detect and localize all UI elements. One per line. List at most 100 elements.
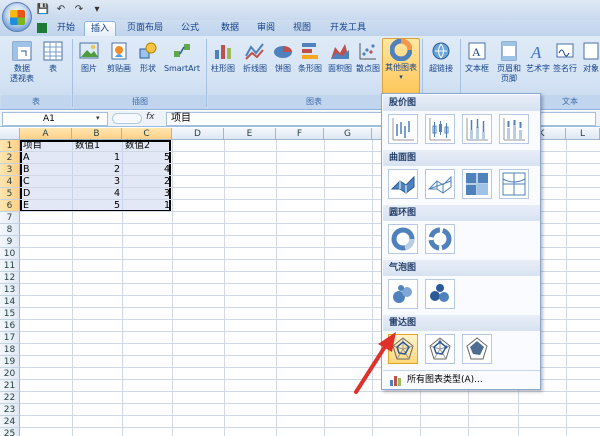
area-chart-label: 面积图	[328, 64, 352, 73]
bubble-chart[interactable]	[388, 279, 418, 309]
row-header[interactable]: 3	[0, 164, 20, 176]
area-chart-button[interactable]: 面积图	[326, 40, 354, 74]
office-logo-icon	[10, 10, 25, 25]
pie-chart-button[interactable]: 饼图	[272, 40, 294, 74]
column-header[interactable]: B	[72, 128, 122, 140]
surface-chart-3d[interactable]	[388, 169, 418, 199]
pivot-label-1: 数据	[14, 64, 30, 73]
row-header[interactable]: 17	[0, 332, 20, 344]
tab-home[interactable]: 开始	[52, 21, 80, 36]
wordart-button[interactable]: A 艺术字	[524, 40, 552, 74]
column-header[interactable]: F	[276, 128, 324, 140]
smartart-button[interactable]: SmartArt	[162, 40, 202, 74]
table-button[interactable]: 表	[42, 40, 64, 74]
line-chart-button[interactable]: 折线图	[240, 40, 270, 74]
shape-button[interactable]: 形状	[136, 40, 160, 74]
bar-chart-label: 条形图	[298, 64, 322, 73]
column-header[interactable]: A	[20, 128, 72, 140]
column-chart-button[interactable]: 柱形图	[208, 40, 238, 74]
undo-icon[interactable]: ↶	[54, 3, 68, 17]
row-header[interactable]: 21	[0, 380, 20, 392]
row-header[interactable]: 18	[0, 344, 20, 356]
row-header[interactable]: 25	[0, 428, 20, 436]
pie-chart-label: 饼图	[275, 64, 291, 73]
row-header[interactable]: 19	[0, 356, 20, 368]
bubble-chart-3d[interactable]	[425, 279, 455, 309]
hyperlink-button[interactable]: 超链接	[426, 40, 456, 74]
row-header[interactable]: 4	[0, 176, 20, 188]
row-header[interactable]: 16	[0, 320, 20, 332]
radar-chart[interactable]	[388, 334, 418, 364]
row-header[interactable]: 14	[0, 296, 20, 308]
doughnut-chart[interactable]	[388, 224, 418, 254]
row-header[interactable]: 9	[0, 236, 20, 248]
insert-function-icon[interactable]: fx	[146, 112, 155, 122]
picture-label: 图片	[81, 64, 97, 73]
all-chart-types-link[interactable]: 所有图表类型(A)...	[383, 370, 540, 389]
column-header[interactable]: G	[324, 128, 372, 140]
tab-insert[interactable]: 插入	[84, 21, 116, 36]
excel-tab-icon[interactable]	[34, 21, 50, 36]
save-icon[interactable]: 💾	[36, 3, 50, 17]
select-all-corner[interactable]	[0, 128, 20, 140]
row-header[interactable]: 13	[0, 284, 20, 296]
row-header[interactable]: 7	[0, 212, 20, 224]
header-footer-icon	[498, 40, 520, 62]
stock-chart-open-high-low-close[interactable]	[425, 114, 455, 144]
row-header[interactable]: 24	[0, 416, 20, 428]
tab-review[interactable]: 审阅	[252, 21, 280, 36]
tab-formulas[interactable]: 公式	[176, 21, 204, 36]
signature-line-button[interactable]: 签名行	[552, 40, 578, 74]
column-header[interactable]: D	[172, 128, 224, 140]
row-header[interactable]: 11	[0, 260, 20, 272]
tab-developer[interactable]: 开发工具	[324, 21, 372, 36]
textbox-label: 文本框	[465, 64, 489, 73]
other-charts-icon	[390, 39, 412, 61]
row-header[interactable]: 1	[0, 140, 20, 152]
formula-splitter-handle[interactable]	[112, 113, 142, 124]
column-header[interactable]: C	[122, 128, 172, 140]
surface-chart-wireframe-contour[interactable]	[499, 169, 529, 199]
surface-chart-contour[interactable]	[462, 169, 492, 199]
other-charts-button[interactable]: 其他图表 ▾	[382, 38, 420, 94]
filled-radar-chart[interactable]	[462, 334, 492, 364]
row-header[interactable]: 23	[0, 404, 20, 416]
exploded-doughnut-chart[interactable]	[425, 224, 455, 254]
row-header[interactable]: 2	[0, 152, 20, 164]
customize-qat-icon[interactable]: ▾	[90, 3, 104, 17]
row-header[interactable]: 6	[0, 200, 20, 212]
row-header[interactable]: 20	[0, 368, 20, 380]
name-box-dropdown-icon[interactable]: ▾	[96, 114, 100, 122]
scatter-chart-button[interactable]: 散点图	[354, 40, 382, 74]
header-footer-button[interactable]: 页眉和 页脚	[494, 40, 524, 84]
row-header[interactable]: 22	[0, 392, 20, 404]
textbox-button[interactable]: A 文本框	[462, 40, 492, 74]
name-box[interactable]: A1	[2, 112, 108, 126]
object-button[interactable]: 对象	[580, 40, 600, 74]
bar-chart-button[interactable]: 条形图	[296, 40, 324, 74]
tab-view[interactable]: 视图	[288, 21, 316, 36]
row-header[interactable]: 15	[0, 308, 20, 320]
row-header[interactable]: 10	[0, 248, 20, 260]
picture-button[interactable]: 图片	[76, 40, 102, 74]
row-header[interactable]: 8	[0, 224, 20, 236]
radar-chart-with-markers[interactable]	[425, 334, 455, 364]
stock-chart-volume-high-low-close[interactable]	[462, 114, 492, 144]
tab-data[interactable]: 数据	[216, 21, 244, 36]
column-header[interactable]: E	[224, 128, 276, 140]
radar-chart-icon	[392, 337, 414, 360]
tab-page-layout[interactable]: 页面布局	[122, 21, 168, 36]
stock-chart-volume-open-high-low-close[interactable]	[499, 114, 529, 144]
row-header[interactable]: 5	[0, 188, 20, 200]
svg-text:A: A	[472, 45, 481, 59]
clipart-button[interactable]: 剪贴画	[104, 40, 134, 74]
row-header[interactable]: 12	[0, 272, 20, 284]
office-button[interactable]	[2, 2, 32, 32]
pivot-table-button[interactable]: 数据 透视表	[4, 40, 40, 84]
surface-chart-wireframe-3d[interactable]	[425, 169, 455, 199]
redo-icon[interactable]: ↷	[72, 3, 86, 17]
stock-chart-high-low-close[interactable]	[388, 114, 418, 144]
signature-icon	[554, 40, 576, 62]
column-header[interactable]: L	[566, 128, 600, 140]
stock-chart-icon	[429, 118, 451, 141]
